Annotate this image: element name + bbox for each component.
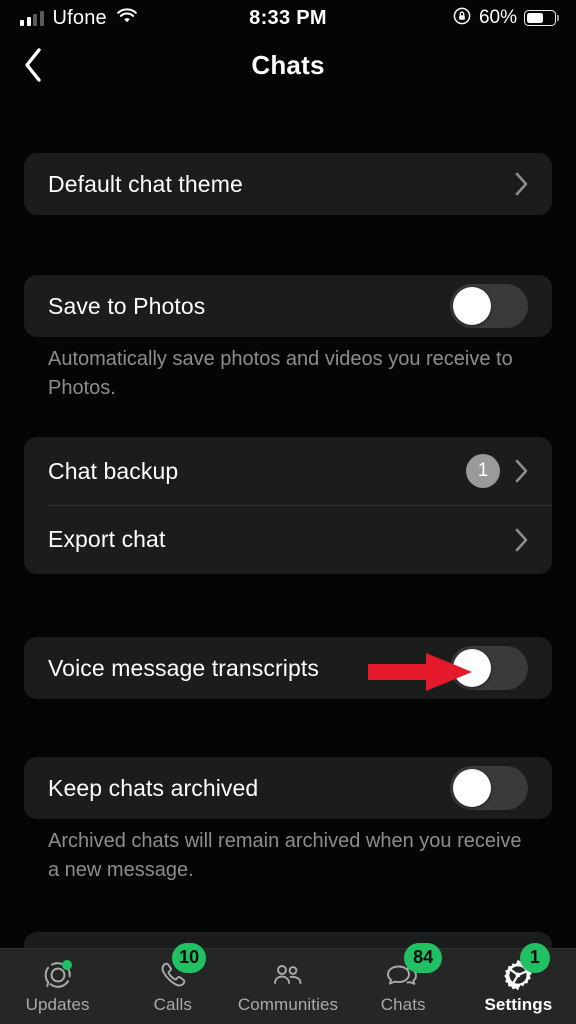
row-voice-message-transcripts[interactable]: Voice message transcripts [24,637,552,699]
tab-calls[interactable]: 10 Calls [115,942,230,1024]
default-chat-theme-label: Default chat theme [48,170,243,197]
backup-group-card: Chat backup 1 Export chat [24,437,552,574]
status-bar-left: Ufone [20,7,138,30]
chat-backup-label: Chat backup [48,457,179,484]
keep-chats-archived-label: Keep chats archived [48,774,259,801]
tab-updates[interactable]: Updates [0,949,115,1024]
row-accessory [450,284,528,328]
tab-label-chats: Chats [380,994,426,1014]
phone-icon: 10 [157,942,207,991]
chevron-right-icon [515,172,528,196]
row-default-chat-theme[interactable]: Default chat theme [24,153,552,215]
settings-badge: 1 [519,942,550,973]
chevron-right-icon [515,459,528,483]
row-accessory: 1 [466,454,528,488]
export-chat-label: Export chat [48,526,166,552]
tab-label-settings: Settings [484,994,553,1014]
next-settings-card-partial[interactable] [24,932,552,948]
tab-label-updates: Updates [25,994,90,1014]
gear-icon: 1 [501,942,550,991]
keep-chats-archived-toggle[interactable] [450,766,528,810]
tab-settings[interactable]: 1 Settings [461,942,576,1024]
back-button[interactable] [10,36,56,94]
voice-message-transcripts-toggle[interactable] [450,646,528,690]
save-to-photos-card: Save to Photos [24,275,552,337]
rotation-lock-icon [452,6,472,31]
voice-transcripts-card: Voice message transcripts [24,637,552,699]
bottom-tab-bar: Updates 10 Calls Communities 84 Chats 1 … [0,942,576,1024]
save-to-photos-label: Save to Photos [48,292,206,319]
page-title: Chats [251,49,325,80]
default-chat-theme-card: Default chat theme [24,153,552,215]
tab-communities[interactable]: Communities [230,949,345,1024]
battery-percent: 60% [478,7,517,28]
row-chat-backup[interactable]: Chat backup 1 [24,437,552,505]
chevron-right-icon [515,528,528,551]
tab-label-calls: Calls [153,994,192,1014]
updates-status-icon [42,959,74,991]
keep-chats-archived-footnote: Archived chats will remain archived when… [48,830,522,881]
row-accessory [514,527,528,553]
chats-badge: 84 [404,942,443,973]
wifi-icon [116,7,138,29]
chat-backup-badge: 1 [466,454,500,488]
navigation-bar: Chats [0,36,576,94]
keep-chats-archived-card: Keep chats archived [24,757,552,819]
status-bar-right: 60% [452,6,556,31]
row-keep-chats-archived[interactable]: Keep chats archived [24,757,552,819]
row-accessory [450,646,528,690]
save-to-photos-footnote: Automatically save photos and videos you… [48,348,513,399]
updates-status-dot [61,959,72,970]
carrier-name: Ufone [52,6,107,29]
row-export-chat[interactable]: Export chat [24,505,552,574]
battery-icon [524,10,556,26]
back-chevron-icon [25,48,41,82]
cellular-signal-icon [20,10,44,26]
row-save-to-photos[interactable]: Save to Photos [24,275,552,337]
calls-badge: 10 [172,942,207,973]
save-to-photos-toggle[interactable] [450,284,528,328]
voice-message-transcripts-label: Voice message transcripts [48,654,319,681]
communities-icon [271,959,305,991]
whatsapp-chats-settings-screen: Ufone 8:33 PM 60% Chats Default chat the… [0,0,576,1024]
settings-scroll-area[interactable]: Default chat theme Save to Photos Automa… [0,94,576,948]
row-accessory [514,171,528,197]
status-bar: Ufone 8:33 PM 60% [0,0,576,36]
chat-bubbles-icon: 84 [385,942,443,991]
tab-chats[interactable]: 84 Chats [346,942,461,1024]
row-accessory [450,766,528,810]
tab-label-communities: Communities [237,994,339,1014]
